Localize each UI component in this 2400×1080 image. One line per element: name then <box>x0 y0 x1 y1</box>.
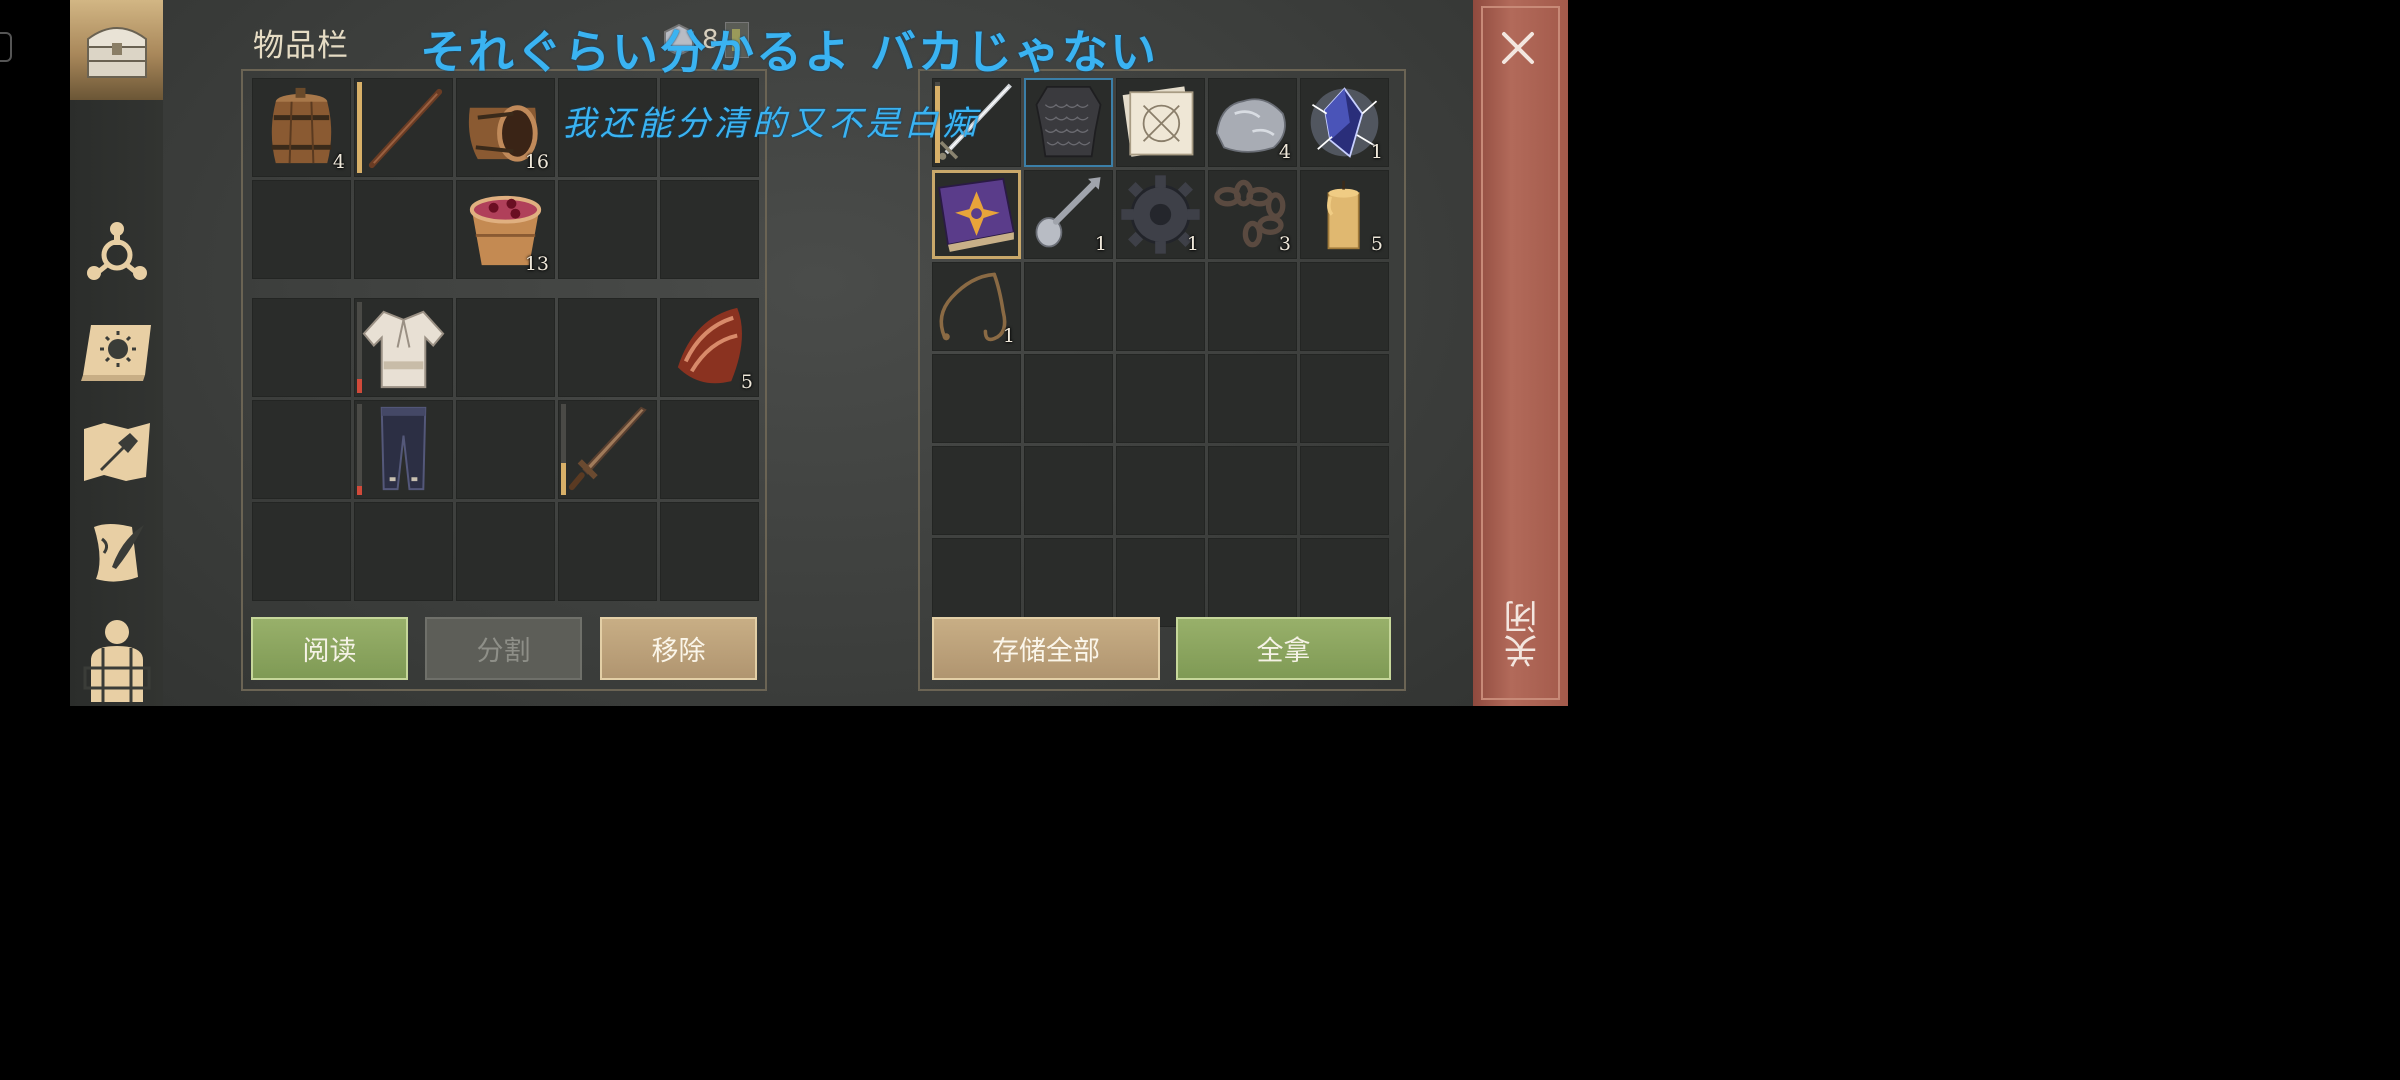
storage-slot-empty[interactable] <box>1024 354 1113 443</box>
store-all-button[interactable]: 存储全部 <box>932 617 1160 680</box>
read-button[interactable]: 阅读 <box>251 617 408 680</box>
close-icon[interactable] <box>1498 28 1538 68</box>
inventory-slot-empty[interactable] <box>354 180 453 279</box>
item-quantity: 3 <box>1278 233 1291 255</box>
storage-slot-empty[interactable] <box>1300 354 1389 443</box>
inventory-title: 物品栏 <box>253 28 349 64</box>
shirt-icon <box>362 310 445 389</box>
storage-slot-blueprint[interactable] <box>1116 78 1205 167</box>
item-quantity: 1 <box>1186 233 1199 255</box>
item-quantity: 1 <box>1002 325 1015 347</box>
durability-bar <box>357 404 362 495</box>
storage-slot-empty[interactable] <box>1300 538 1389 627</box>
storage-slot-spoon[interactable]: 1 <box>1024 170 1113 259</box>
storage-slot-empty[interactable] <box>1208 262 1297 351</box>
character-backpack-icon[interactable] <box>70 612 163 706</box>
close-panel-border <box>1481 6 1560 700</box>
storage-slot-gear[interactable]: 1 <box>1116 170 1205 259</box>
equipment-slot-empty[interactable] <box>252 298 351 397</box>
storage-slot-crystal[interactable]: 1 <box>1300 78 1389 167</box>
item-quantity: 5 <box>740 371 753 393</box>
storage-slot-empty[interactable] <box>932 538 1021 627</box>
equipment-slot-empty[interactable] <box>456 400 555 499</box>
storage-slot-empty[interactable] <box>1024 262 1113 351</box>
purple-book-icon <box>938 177 1015 252</box>
item-quantity: 13 <box>524 253 549 275</box>
item-quantity: 16 <box>524 151 549 173</box>
durability-bar <box>561 404 566 495</box>
edge-bracket <box>0 32 12 62</box>
equipment-slot-pants[interactable] <box>354 400 453 499</box>
sword-icon <box>568 406 647 491</box>
equipment-slot-bacon[interactable]: 5 <box>660 298 759 397</box>
equipment-slot-empty[interactable] <box>252 502 351 601</box>
inventory-slot-barrel[interactable]: 4 <box>252 78 351 177</box>
inventory-slot-empty[interactable] <box>252 180 351 279</box>
inventory-equip-grid: 5 <box>252 298 759 601</box>
storage-slot-empty[interactable] <box>932 354 1021 443</box>
item-quantity: 5 <box>1370 233 1383 255</box>
storage-slot-chainmail[interactable] <box>1024 78 1113 167</box>
storage-slot-empty[interactable] <box>1116 446 1205 535</box>
storage-slot-chain[interactable]: 3 <box>1208 170 1297 259</box>
remove-button[interactable]: 移除 <box>600 617 757 680</box>
item-quantity: 1 <box>1094 233 1107 255</box>
storage-slot-empty[interactable] <box>1116 538 1205 627</box>
chest-icon[interactable] <box>70 10 163 90</box>
storage-slot-candle[interactable]: 5 <box>1300 170 1389 259</box>
storage-slot-empty[interactable] <box>1300 446 1389 535</box>
blueprint-icon <box>1122 86 1194 157</box>
durability-bar <box>357 302 362 393</box>
inventory-slot-wooden-stick[interactable] <box>354 78 453 177</box>
equipment-slot-shirt[interactable] <box>354 298 453 397</box>
inventory-slot-empty[interactable] <box>558 180 657 279</box>
equipment-slot-empty[interactable] <box>354 502 453 601</box>
storage-slot-empty[interactable] <box>1116 262 1205 351</box>
subtitle-chinese: 我还能分清的又不是白痴 <box>562 104 980 144</box>
storage-slot-purple-book[interactable] <box>932 170 1021 259</box>
storage-slot-stone[interactable]: 4 <box>1208 78 1297 167</box>
equipment-slot-sword[interactable] <box>558 400 657 499</box>
inventory-slot-berry-bucket[interactable]: 13 <box>456 180 555 279</box>
storage-slot-empty[interactable] <box>1208 446 1297 535</box>
scroll-quill-icon[interactable] <box>70 514 163 594</box>
skill-tree-icon[interactable] <box>70 212 163 288</box>
item-quantity: 4 <box>332 151 345 173</box>
equipment-slot-empty[interactable] <box>252 400 351 499</box>
equipment-slot-empty[interactable] <box>558 298 657 397</box>
equipment-slot-empty[interactable] <box>660 400 759 499</box>
inventory-slot-open-barrel[interactable]: 16 <box>456 78 555 177</box>
subtitle-japanese: それぐらい分かるよ バカじゃない <box>420 25 1159 79</box>
close-panel[interactable]: 关闭 <box>1473 0 1568 706</box>
item-quantity: 4 <box>1278 141 1291 163</box>
storage-slot-rope[interactable]: 1 <box>932 262 1021 351</box>
item-quantity: 1 <box>1370 141 1383 163</box>
storage-grid: 4 1 1 1 3 5 1 <box>932 78 1389 627</box>
storage-slot-empty[interactable] <box>1208 354 1297 443</box>
pants-icon <box>380 406 427 491</box>
storage-slot-empty[interactable] <box>932 446 1021 535</box>
split-button[interactable]: 分割 <box>425 617 582 680</box>
equipment-slot-empty[interactable] <box>456 298 555 397</box>
hammer-map-icon[interactable] <box>70 414 163 490</box>
storage-slot-empty[interactable] <box>1208 538 1297 627</box>
take-all-button[interactable]: 全拿 <box>1176 617 1391 680</box>
equipment-slot-empty[interactable] <box>660 502 759 601</box>
equipment-slot-empty[interactable] <box>456 502 555 601</box>
storage-slot-empty[interactable] <box>1116 354 1205 443</box>
close-label[interactable]: 关闭 <box>1499 600 1544 668</box>
inventory-slot-empty[interactable] <box>660 180 759 279</box>
storage-slot-empty[interactable] <box>1024 446 1113 535</box>
chainmail-icon <box>1035 86 1102 158</box>
wooden-stick-icon <box>368 88 443 169</box>
equipment-slot-empty[interactable] <box>558 502 657 601</box>
storage-slot-empty[interactable] <box>1300 262 1389 351</box>
sun-book-icon[interactable] <box>70 312 163 388</box>
durability-bar <box>357 82 362 173</box>
sidebar-icons <box>70 0 163 706</box>
storage-slot-empty[interactable] <box>1024 538 1113 627</box>
